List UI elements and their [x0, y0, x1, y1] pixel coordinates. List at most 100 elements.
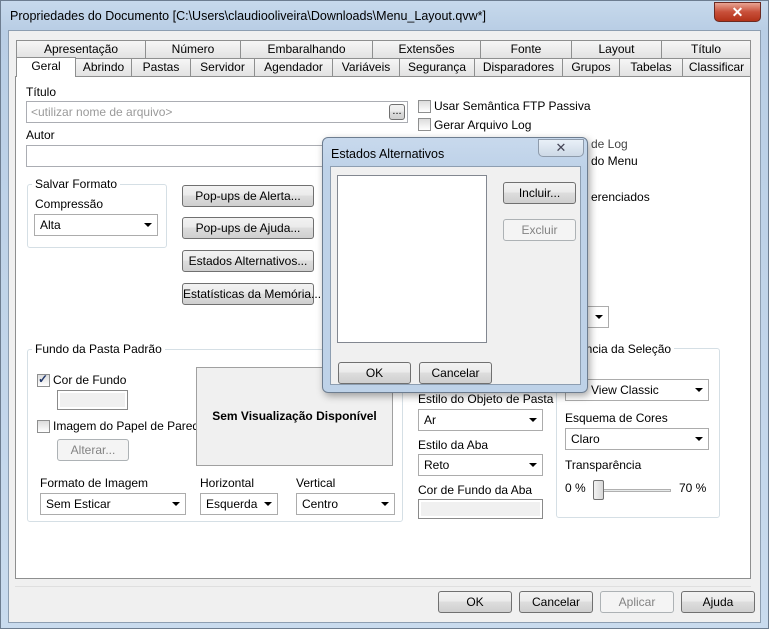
image-format-value: Sem Esticar — [46, 497, 111, 511]
vertical-select[interactable]: Centro — [296, 493, 395, 515]
tab-geral[interactable]: Geral — [16, 57, 76, 77]
save-format-title: Salvar Formato — [32, 177, 121, 191]
compression-label: Compressão — [35, 197, 104, 211]
apply-button[interactable]: Aplicar — [600, 591, 674, 613]
tab-agendador[interactable]: Agendador — [254, 58, 333, 76]
horizontal-value: Esquerda — [206, 497, 258, 511]
alternate-states-dialog: Estados Alternativos ✕ Incluir... Exclui… — [322, 137, 588, 393]
selection-group-title: ência da Seleção — [576, 342, 675, 356]
tab-pastas[interactable]: Pastas — [131, 58, 191, 76]
sheet-object-style-select[interactable]: Ar — [418, 409, 543, 431]
color-scheme-label: Esquema de Cores — [565, 411, 668, 425]
horizontal-label: Horizontal — [200, 476, 255, 490]
dialog-ok-button[interactable]: OK — [338, 362, 411, 384]
cancel-button[interactable]: Cancelar — [519, 591, 593, 613]
tab-bg-color-label: Cor de Fundo da Aba — [418, 483, 533, 497]
compression-select[interactable]: Alta — [34, 214, 158, 236]
ok-button[interactable]: OK — [438, 591, 512, 613]
author-input[interactable] — [26, 145, 326, 167]
generate-log-label: Gerar Arquivo Log — [434, 118, 532, 132]
states-listbox[interactable] — [337, 175, 487, 343]
tab-apresentacao[interactable]: Apresentação — [16, 40, 146, 58]
window-close-button[interactable]: ✕ — [714, 2, 761, 22]
document-properties-window: Propriedades do Documento [C:\Users\clau… — [0, 0, 769, 629]
chevron-down-icon — [264, 502, 272, 506]
author-label: Autor — [26, 128, 55, 142]
title-input[interactable]: <utilizar nome de arquivo> — [26, 101, 408, 123]
change-wallpaper-button[interactable]: Alterar... — [57, 439, 129, 461]
transparency-max-label: 70 % — [679, 481, 707, 495]
wallpaper-label: Imagem do Papel de Parede — [53, 419, 206, 433]
transparency-slider-thumb[interactable] — [593, 480, 604, 500]
title-bar[interactable]: Propriedades do Documento [C:\Users\clau… — [1, 1, 768, 31]
tab-fonte[interactable]: Fonte — [480, 40, 572, 58]
tab-style-value: Reto — [424, 458, 450, 472]
tab-embaralhando[interactable]: Embaralhando — [240, 40, 373, 58]
chevron-down-icon — [529, 418, 537, 422]
title-label: Título — [26, 85, 57, 99]
bg-color-checkbox[interactable] — [37, 372, 50, 387]
tab-grupos[interactable]: Grupos — [562, 58, 620, 76]
footer-separator — [15, 586, 751, 587]
close-icon: ✕ — [731, 4, 744, 20]
tab-numero[interactable]: Número — [145, 40, 241, 58]
color-scheme-value: Claro — [571, 432, 600, 446]
dialog-body: Incluir... Excluir OK Cancelar — [330, 166, 581, 385]
tab-classificar[interactable]: Classificar — [682, 58, 751, 76]
vertical-value: Centro — [302, 497, 339, 511]
transparency-track[interactable] — [595, 489, 671, 492]
tab-bg-color-swatch[interactable] — [418, 499, 543, 519]
title-browse-button[interactable]: ... — [389, 104, 405, 120]
log-option-label: de Log — [591, 137, 628, 151]
managed-option-label: erenciados — [591, 190, 650, 204]
tab-servidor[interactable]: Servidor — [190, 58, 255, 76]
tab-tabelas[interactable]: Tabelas — [619, 58, 683, 76]
tab-seguranca[interactable]: Segurança — [399, 58, 475, 76]
ftp-semantics-label: Usar Semântica FTP Passiva — [434, 99, 591, 113]
image-format-select[interactable]: Sem Esticar — [40, 493, 186, 515]
sheet-object-style-label: Estilo do Objeto de Pasta — [418, 392, 554, 406]
dialog-cancel-button[interactable]: Cancelar — [419, 362, 492, 384]
delete-state-button[interactable]: Excluir — [503, 219, 576, 241]
background-group-title: Fundo da Pasta Padrão — [32, 342, 165, 356]
chevron-down-icon — [595, 315, 603, 319]
chevron-down-icon — [695, 388, 703, 392]
add-state-button[interactable]: Incluir... — [503, 182, 576, 204]
help-button[interactable]: Ajuda — [681, 591, 755, 613]
generate-log-checkbox[interactable] — [418, 118, 431, 131]
dialog-close-button[interactable]: ✕ — [538, 139, 584, 157]
transparency-min-label: 0 % — [565, 481, 586, 495]
ftp-semantics-checkbox[interactable] — [418, 100, 431, 113]
tab-extensoes[interactable]: Extensões — [372, 40, 481, 58]
tab-abrindo[interactable]: Abrindo — [75, 58, 132, 76]
tab-titulo[interactable]: Título — [661, 40, 751, 58]
bg-color-swatch[interactable] — [57, 390, 128, 410]
tab-variaveis[interactable]: Variáveis — [332, 58, 400, 76]
chevron-down-icon — [529, 463, 537, 467]
memory-stats-button[interactable]: Estatísticas da Memória... — [182, 283, 321, 305]
alert-popups-button[interactable]: Pop-ups de Alerta... — [182, 185, 314, 207]
chevron-down-icon — [695, 437, 703, 441]
tab-layout[interactable]: Layout — [571, 40, 662, 58]
chevron-down-icon — [172, 502, 180, 506]
vertical-label: Vertical — [296, 476, 336, 490]
bg-color-label: Cor de Fundo — [53, 373, 127, 387]
chevron-down-icon — [381, 502, 389, 506]
image-format-label: Formato de Imagem — [40, 476, 149, 490]
tab-disparadores[interactable]: Disparadores — [474, 58, 563, 76]
compression-value: Alta — [40, 218, 61, 232]
close-icon: ✕ — [555, 140, 567, 155]
color-scheme-select[interactable]: Claro — [565, 428, 709, 450]
wallpaper-checkbox[interactable] — [37, 420, 50, 433]
chevron-down-icon — [144, 223, 152, 227]
dialog-title: Estados Alternativos — [331, 147, 445, 161]
tab-style-select[interactable]: Reto — [418, 454, 543, 476]
horizontal-select[interactable]: Esquerda — [200, 493, 278, 515]
window-title: Propriedades do Documento [C:\Users\clau… — [10, 9, 486, 23]
transparency-label: Transparência — [565, 458, 642, 472]
tab-style-label: Estilo da Aba — [418, 438, 489, 452]
alt-states-button[interactable]: Estados Alternativos... — [182, 250, 314, 272]
menu-option-label: do Menu — [591, 154, 638, 168]
sheet-object-style-value: Ar — [424, 413, 436, 427]
help-popups-button[interactable]: Pop-ups de Ajuda... — [182, 217, 314, 239]
